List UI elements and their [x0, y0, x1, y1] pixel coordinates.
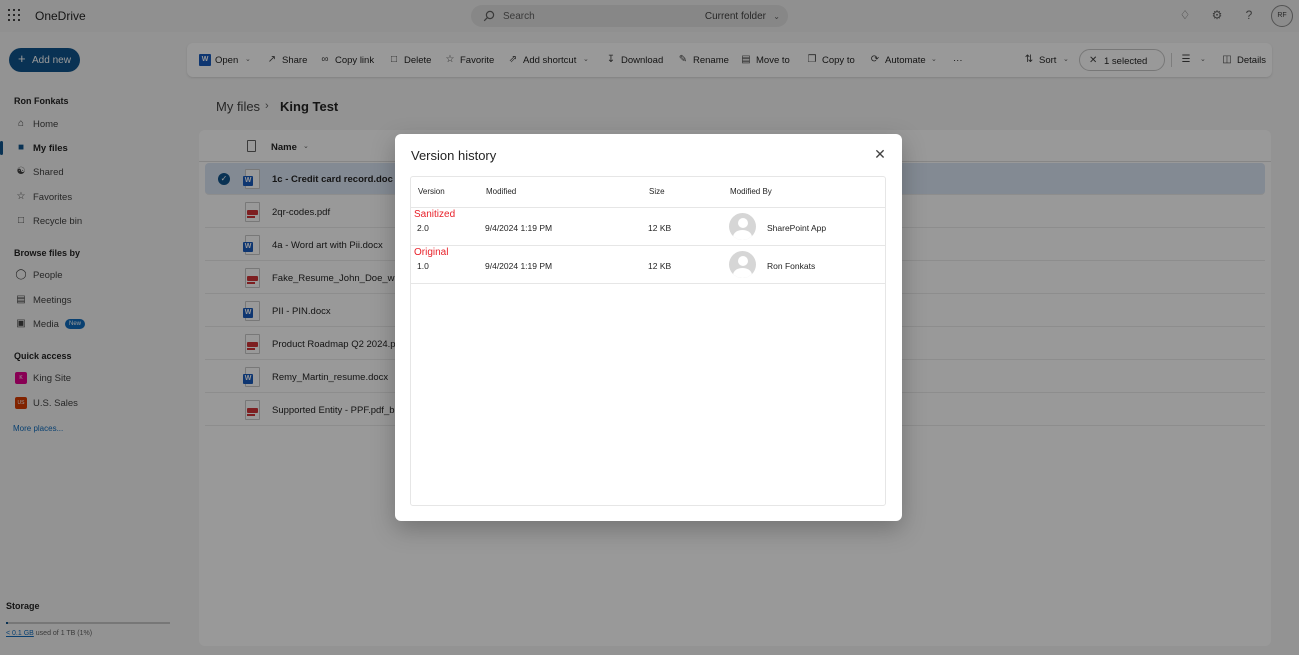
modified-by: SharePoint App	[767, 223, 827, 233]
version-table: Version Modified Size Modified By Saniti…	[410, 176, 886, 506]
modified-date: 9/4/2024 1:19 PM	[485, 261, 553, 271]
table-header: Version Modified Size Modified By	[411, 177, 885, 208]
close-icon[interactable]: ✕	[873, 147, 887, 161]
version-history-dialog: Version history ✕ Version Modified Size …	[395, 134, 902, 521]
file-size: 12 KB	[648, 223, 672, 233]
dialog-title: Version history	[411, 148, 497, 163]
annotation-label: Original	[414, 247, 449, 258]
table-row[interactable]: Sanitized 2.0 9/4/2024 1:19 PM 12 KB Sha…	[411, 208, 885, 246]
column-header-modified-by: Modified By	[730, 187, 772, 196]
column-header-version: Version	[418, 187, 445, 196]
avatar	[729, 251, 756, 278]
column-header-size: Size	[649, 187, 665, 196]
annotation-label: Sanitized	[414, 209, 456, 220]
file-size: 12 KB	[648, 261, 672, 271]
column-header-modified: Modified	[486, 187, 517, 196]
modified-date: 9/4/2024 1:19 PM	[485, 223, 553, 233]
version-number: 1.0	[417, 261, 429, 271]
table-row[interactable]: Original 1.0 9/4/2024 1:19 PM 12 KB Ron …	[411, 246, 885, 284]
version-number: 2.0	[417, 223, 429, 233]
avatar	[729, 213, 756, 240]
modified-by: Ron Fonkats	[767, 261, 816, 271]
